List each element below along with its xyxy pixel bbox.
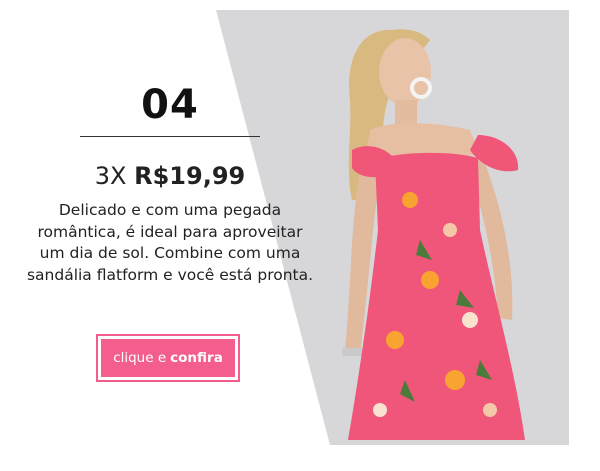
cta-frame: clique e confira <box>96 334 240 382</box>
divider <box>80 136 260 137</box>
price-value: R$19,99 <box>134 162 246 190</box>
item-number: 04 <box>141 82 199 128</box>
price-installments: 3X <box>94 162 127 190</box>
product-card: 04 3X R$19,99 Delicado e com uma pegada … <box>0 0 600 471</box>
cta-label-emphasis: confira <box>170 350 223 366</box>
check-it-out-button[interactable]: clique e confira <box>101 339 235 377</box>
product-info: 04 3X R$19,99 Delicado e com uma pegada … <box>20 82 320 286</box>
cta-label-prefix: clique e <box>113 350 167 366</box>
price: 3X R$19,99 <box>20 162 320 190</box>
product-description: Delicado e com uma pegada romântica, é i… <box>26 201 314 284</box>
